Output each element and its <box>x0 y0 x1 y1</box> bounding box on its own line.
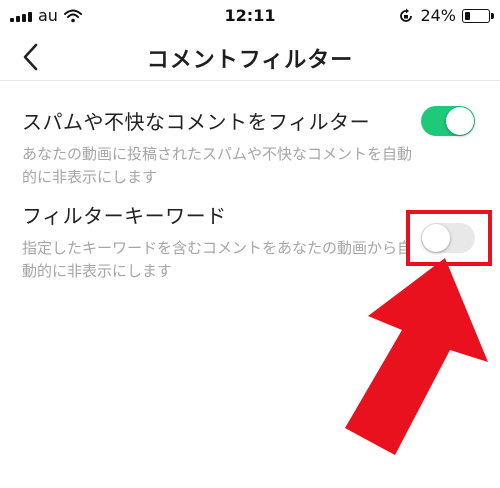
battery-icon <box>462 8 494 23</box>
setting-description: あなたの動画に投稿されたスパムや不快なコメントを自動 的に非表示にします <box>22 143 472 189</box>
nav-bar: コメントフィルター <box>0 32 500 81</box>
page-title: コメントフィルター <box>146 48 354 73</box>
toggle-knob <box>446 107 474 135</box>
battery-fill <box>465 11 470 20</box>
status-bar: au 12:11 24% <box>0 0 500 32</box>
spam-filter-toggle[interactable] <box>421 106 475 136</box>
orientation-lock-icon <box>400 8 413 22</box>
setting-title: スパムや不快なコメントをフィルター <box>22 110 371 134</box>
setting-description-line: あなたの動画に投稿されたスパムや不快なコメントを自動 <box>22 145 413 163</box>
setting-spam-filter: スパムや不快なコメントをフィルター あなたの動画に投稿されたスパムや不快なコメン… <box>22 106 482 189</box>
red-arrow-icon <box>345 258 488 455</box>
status-right: 24% <box>398 6 494 25</box>
battery-percent: 24% <box>420 6 456 25</box>
setting-description-line: 的に非表示にします <box>22 168 158 186</box>
